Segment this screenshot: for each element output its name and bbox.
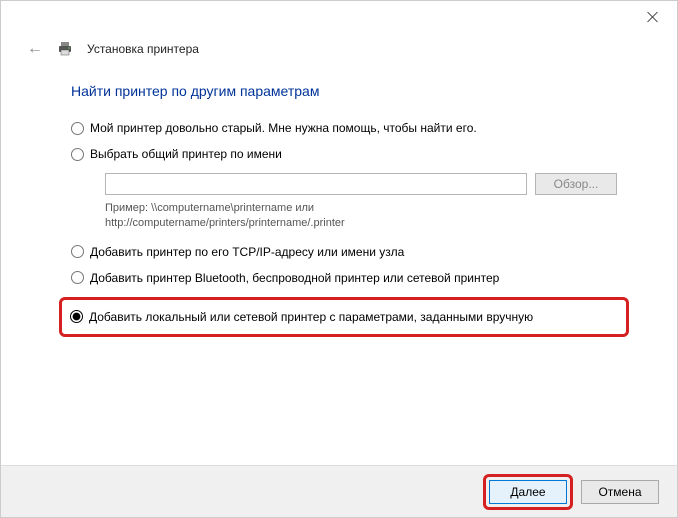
- radio-local-manual[interactable]: [70, 310, 83, 323]
- radio-shared-by-name[interactable]: [71, 148, 84, 161]
- option-tcpip-label: Добавить принтер по его TCP/IP-адресу ил…: [90, 245, 404, 259]
- share-name-row: Обзор...: [105, 173, 617, 195]
- browse-button: Обзор...: [535, 173, 617, 195]
- wizard-title: Установка принтера: [87, 42, 199, 56]
- titlebar: [1, 1, 677, 37]
- shared-name-subblock: Обзор... Пример: \\computername\printern…: [105, 173, 617, 231]
- hint-line2: http://computername/printers/printername…: [105, 217, 345, 229]
- header-row: ← Установка принтера: [1, 37, 677, 65]
- footer: Далее Отмена: [1, 465, 677, 517]
- option-local-manual-label: Добавить локальный или сетевой принтер с…: [89, 310, 533, 324]
- share-name-hint: Пример: \\computername\printername или h…: [105, 201, 617, 231]
- option-old-printer[interactable]: Мой принтер довольно старый. Мне нужна п…: [71, 121, 617, 135]
- radio-old-printer[interactable]: [71, 122, 84, 135]
- printer-icon: [57, 41, 73, 57]
- cancel-button[interactable]: Отмена: [581, 480, 659, 504]
- next-button[interactable]: Далее: [489, 480, 567, 504]
- option-shared-by-name[interactable]: Выбрать общий принтер по имени: [71, 147, 617, 161]
- option-shared-by-name-label: Выбрать общий принтер по имени: [90, 147, 282, 161]
- close-icon[interactable]: [647, 11, 659, 23]
- page-heading: Найти принтер по другим параметрам: [1, 65, 677, 121]
- back-arrow-icon[interactable]: ←: [27, 41, 43, 57]
- options-area: Мой принтер довольно старый. Мне нужна п…: [1, 121, 677, 337]
- option-local-manual[interactable]: Добавить локальный или сетевой принтер с…: [70, 310, 618, 324]
- option-tcpip[interactable]: Добавить принтер по его TCP/IP-адресу ил…: [71, 245, 617, 259]
- hint-line1: Пример: \\computername\printername или: [105, 202, 314, 214]
- option-old-printer-label: Мой принтер довольно старый. Мне нужна п…: [90, 121, 477, 135]
- option-bluetooth[interactable]: Добавить принтер Bluetooth, беспроводной…: [71, 271, 617, 285]
- share-name-input[interactable]: [105, 173, 527, 195]
- option-bluetooth-label: Добавить принтер Bluetooth, беспроводной…: [90, 271, 499, 285]
- highlight-next-button: Далее: [483, 474, 573, 510]
- radio-bluetooth[interactable]: [71, 271, 84, 284]
- highlight-selected-option: Добавить локальный или сетевой принтер с…: [59, 297, 629, 337]
- radio-tcpip[interactable]: [71, 245, 84, 258]
